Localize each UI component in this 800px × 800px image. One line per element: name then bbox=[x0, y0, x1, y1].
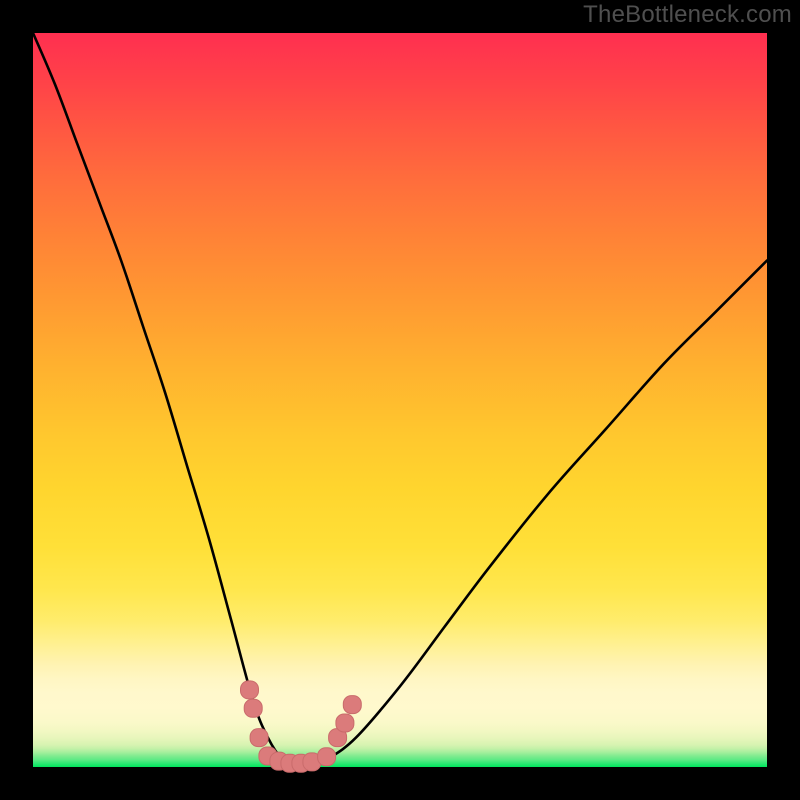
bottleneck-curve bbox=[33, 33, 767, 768]
data-marker bbox=[250, 729, 268, 747]
data-marker bbox=[343, 696, 361, 714]
data-marker bbox=[244, 699, 262, 717]
outer-frame: TheBottleneck.com bbox=[0, 0, 800, 800]
data-marker bbox=[241, 681, 259, 699]
data-marker bbox=[318, 748, 336, 766]
data-marker bbox=[336, 714, 354, 732]
marker-cluster bbox=[241, 681, 362, 772]
chart-overlay bbox=[0, 0, 800, 800]
